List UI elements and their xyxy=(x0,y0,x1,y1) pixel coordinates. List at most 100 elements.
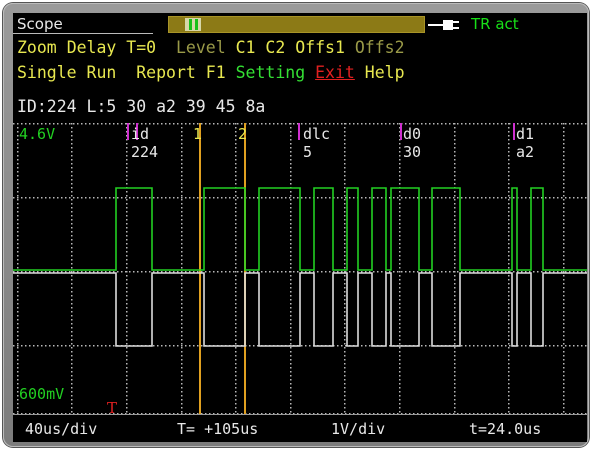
grid-dot xyxy=(429,197,431,199)
grid-dot xyxy=(235,123,237,125)
grid-dot xyxy=(181,179,183,181)
grid-dot xyxy=(235,303,237,305)
grid-dot xyxy=(126,375,128,377)
grid-dot xyxy=(71,223,73,225)
grid-dot xyxy=(337,197,339,199)
grid-dot xyxy=(525,345,527,347)
grid-dot xyxy=(73,123,75,125)
grid-dot xyxy=(71,315,73,317)
grid-dot xyxy=(126,351,128,353)
grid-dot xyxy=(399,211,401,213)
grid-dot xyxy=(563,143,565,145)
grid-dot xyxy=(71,283,73,285)
grid-dot xyxy=(344,279,346,281)
grid-dot xyxy=(101,197,103,199)
grid-dot xyxy=(433,197,435,199)
grid-dot xyxy=(317,271,319,273)
grid-dot xyxy=(301,197,303,199)
grid-dot xyxy=(454,231,456,233)
grid-dot xyxy=(377,197,379,199)
grid-dot xyxy=(126,263,128,265)
grid-dot xyxy=(77,123,79,125)
grid-dot xyxy=(235,339,237,341)
grid-dot xyxy=(85,197,87,199)
grid-dot xyxy=(181,395,183,397)
grid-dot xyxy=(454,255,456,257)
grid-dot xyxy=(508,235,510,237)
grid-dot xyxy=(399,363,401,365)
volts-per-div-readout[interactable]: 1V/div xyxy=(331,420,385,438)
grid-dot xyxy=(235,155,237,157)
grid-dot xyxy=(290,319,292,321)
grid-dot xyxy=(265,123,267,125)
delay-readout[interactable]: T= +105us xyxy=(177,420,258,438)
grid-dot xyxy=(508,331,510,333)
grid-dot xyxy=(454,303,456,305)
grid-dot xyxy=(290,259,292,261)
grid-dot xyxy=(126,387,128,389)
grid-dot xyxy=(508,339,510,341)
grid-dot xyxy=(181,379,183,381)
grid-dot xyxy=(33,345,35,347)
grid-dot xyxy=(393,197,395,199)
scope-bezel: Scope TR act Zoom Delay T=0 Level C1 C2 … xyxy=(3,3,589,447)
grid-dot xyxy=(126,227,128,229)
grid-dot xyxy=(399,379,401,381)
grid-dot xyxy=(399,315,401,317)
grid-dot xyxy=(25,197,27,199)
grid-dot xyxy=(17,167,19,169)
grid-dot xyxy=(181,175,183,177)
grid-dot xyxy=(341,123,343,125)
grid-dot xyxy=(399,287,401,289)
grid-dot xyxy=(399,343,401,345)
grid-dot xyxy=(508,255,510,257)
grid-dot xyxy=(185,345,187,347)
timebase-readout[interactable]: 40us/div xyxy=(25,420,97,438)
field-value-d1: a2 xyxy=(516,143,534,161)
grid-dot xyxy=(71,187,73,189)
grid-dot xyxy=(209,271,211,273)
grid-dot xyxy=(344,219,346,221)
grid-dot xyxy=(563,127,565,129)
grid-dot xyxy=(508,259,510,261)
grid-dot xyxy=(290,311,292,313)
waveform-plot[interactable]: 4.6V id 224 1 2 dlc 5 d0 30 d1 a2 600mV … xyxy=(13,13,587,442)
grid-dot xyxy=(71,211,73,213)
grid-dot xyxy=(563,319,565,321)
grid-dot xyxy=(193,197,195,199)
grid-dot xyxy=(344,155,346,157)
grid-dot xyxy=(454,123,456,125)
grid-dot xyxy=(508,135,510,137)
grid-dot xyxy=(71,215,73,217)
grid-dot xyxy=(293,271,295,273)
grid-dot xyxy=(126,223,128,225)
grid-dot xyxy=(71,387,73,389)
grid-dot xyxy=(235,387,237,389)
grid-dot xyxy=(69,123,71,125)
grid-dot xyxy=(433,123,435,125)
grid-dot xyxy=(399,359,401,361)
grid-dot xyxy=(235,323,237,325)
grid-dot xyxy=(585,345,587,347)
grid-dot xyxy=(508,263,510,265)
grid-dot xyxy=(126,315,128,317)
grid-dot xyxy=(399,259,401,261)
grid-dot xyxy=(235,291,237,293)
grid-dot xyxy=(399,159,401,161)
grid-dot xyxy=(508,231,510,233)
grid-dot xyxy=(235,371,237,373)
grid-dot xyxy=(290,171,292,173)
grid-dot xyxy=(563,131,565,133)
grid-dot xyxy=(177,123,179,125)
grid-dot xyxy=(290,315,292,317)
grid-dot xyxy=(225,271,227,273)
grid-dot xyxy=(235,215,237,217)
grid-dot xyxy=(181,407,183,409)
grid-dot xyxy=(381,123,383,125)
grid-dot xyxy=(126,167,128,169)
grid-dot xyxy=(126,219,128,221)
grid-dot xyxy=(290,127,292,129)
grid-dot xyxy=(508,295,510,297)
grid-dot xyxy=(421,197,423,199)
grid-dot xyxy=(97,197,99,199)
